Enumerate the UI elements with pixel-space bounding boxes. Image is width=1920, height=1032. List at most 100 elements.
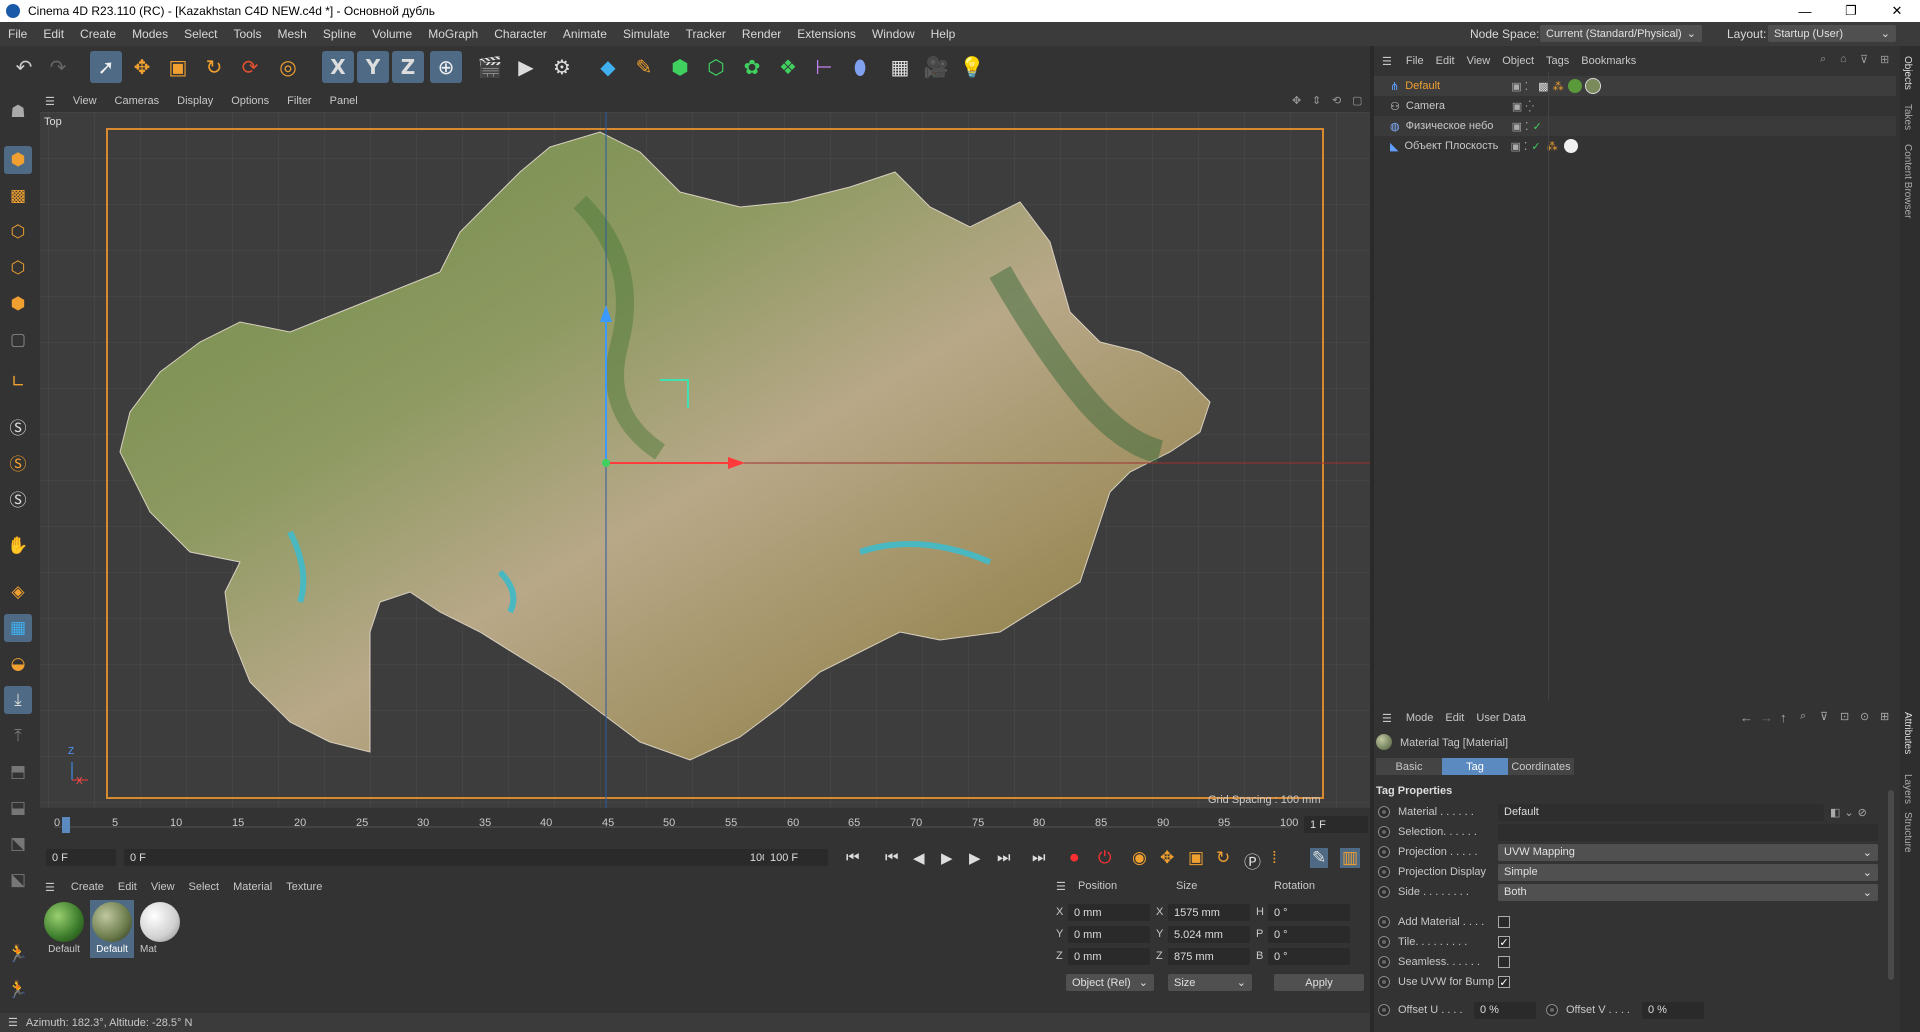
play-icon[interactable]: ▶ <box>941 849 953 867</box>
select-object-icon[interactable]: ◎ <box>272 51 304 83</box>
visibility-toggle-icon[interactable]: ▣ ⁚ <box>1510 140 1527 153</box>
am-menu-edit[interactable]: Edit <box>1439 712 1470 724</box>
rotate-icon[interactable]: ↻ <box>198 51 230 83</box>
previous-frame-icon[interactable]: ◀ <box>913 849 925 867</box>
z-axis-lock-icon[interactable]: Z <box>392 51 424 83</box>
rotation-key-icon[interactable]: ↻ <box>1216 848 1230 868</box>
back-arrow-icon[interactable]: ← <box>1740 710 1753 725</box>
home-icon[interactable]: ⌂ <box>1840 53 1847 65</box>
hamburger-icon[interactable]: ☰ <box>0 1016 26 1029</box>
rotation-p-field[interactable]: 0 ° <box>1268 926 1350 943</box>
search-icon[interactable]: ⌕ <box>1820 53 1826 66</box>
render-picture-viewer-icon[interactable]: ▶ <box>510 51 542 83</box>
material-tag-icon[interactable] <box>1563 139 1578 153</box>
viewport-menu-options[interactable]: Options <box>222 95 278 107</box>
node-space-dropdown[interactable]: Current (Standard/Physical) ⌄ <box>1540 25 1702 42</box>
render-settings-icon[interactable]: ⚙ <box>546 51 578 83</box>
end-frame-field[interactable]: 100 F <box>764 849 828 866</box>
search-icon[interactable]: ⌕ <box>1800 710 1806 723</box>
add-material-checkbox[interactable] <box>1498 916 1510 928</box>
live-selection-icon[interactable]: ➚ <box>90 51 122 83</box>
record-icon[interactable]: ⏺ <box>1070 848 1079 868</box>
position-x-field[interactable]: 0 mm <box>1068 904 1150 921</box>
mat-menu-edit[interactable]: Edit <box>111 881 144 893</box>
mat-menu-view[interactable]: View <box>144 881 182 893</box>
size-mode-dropdown[interactable]: Size ⌄ <box>1168 974 1252 991</box>
menu-render[interactable]: Render <box>734 27 789 41</box>
projection-display-dropdown[interactable]: Simple ⌄ <box>1498 863 1878 881</box>
om-menu-view[interactable]: View <box>1461 55 1497 67</box>
animate-radio[interactable] <box>1378 826 1390 838</box>
tweak-icon[interactable]: ✋ <box>4 532 32 560</box>
projection-dropdown[interactable]: UVW Mapping ⌄ <box>1498 843 1878 861</box>
tile-checkbox[interactable]: ✓ <box>1498 936 1510 949</box>
texture-mode-icon[interactable]: ▩ <box>4 182 32 210</box>
rotate-view-icon[interactable]: ⟲ <box>1332 94 1341 107</box>
grid-workplane-icon[interactable]: ▦ <box>4 614 32 642</box>
workplane-icon[interactable]: ◈ <box>4 578 32 606</box>
spline-generator-icon[interactable]: ⊢ <box>808 51 840 83</box>
axis-mode-icon[interactable]: ∟ <box>4 368 32 396</box>
animate-radio[interactable] <box>1378 1004 1390 1016</box>
om-menu-file[interactable]: File <box>1400 55 1430 67</box>
animate-radio[interactable] <box>1378 936 1390 948</box>
floor-icon[interactable]: ▦ <box>884 51 916 83</box>
object-row-default[interactable]: ⋔ Default ▣ ⁚ ▩ ⁂ <box>1374 76 1896 96</box>
use-uvw-bump-checkbox[interactable]: ✓ <box>1498 976 1510 989</box>
new-window-icon[interactable]: ⊞ <box>1880 710 1889 723</box>
pen-spline-icon[interactable]: ✎ <box>628 51 660 83</box>
material-browse-icon[interactable]: ◧ <box>1830 806 1840 819</box>
light-icon[interactable]: 💡 <box>956 51 988 83</box>
om-menu-edit[interactable]: Edit <box>1430 55 1461 67</box>
viewport-menu-panel[interactable]: Panel <box>321 95 367 107</box>
menu-select[interactable]: Select <box>176 27 225 41</box>
side-tab-objects[interactable]: Objects <box>1902 56 1913 90</box>
mat-menu-select[interactable]: Select <box>182 881 227 893</box>
animate-radio[interactable] <box>1378 956 1390 968</box>
motion-icon[interactable]: 🏃 <box>4 976 32 1004</box>
keyframe-selection-icon[interactable]: ◉ <box>1132 848 1147 868</box>
workplane-y-icon[interactable]: ⬓ <box>4 794 32 822</box>
undo-icon[interactable]: ↶ <box>8 51 40 83</box>
animate-radio[interactable] <box>1378 806 1390 818</box>
menu-spline[interactable]: Spline <box>315 27 364 41</box>
cube-icon[interactable]: ◆ <box>592 51 624 83</box>
side-tab-takes[interactable]: Takes <box>1902 104 1913 130</box>
parameter-key-icon[interactable]: Ⓟ <box>1244 848 1261 873</box>
mograph-effector-icon[interactable]: ❖ <box>772 51 804 83</box>
y-axis-lock-icon[interactable]: Y <box>357 51 389 83</box>
scheme-icon[interactable]: ✎ <box>1310 848 1329 868</box>
camera-icon[interactable]: 🎥 <box>920 51 952 83</box>
size-x-field[interactable]: 1575 mm <box>1168 904 1250 921</box>
viewport-menu-view[interactable]: View <box>64 95 106 107</box>
menu-create[interactable]: Create <box>72 27 124 41</box>
position-key-icon[interactable]: ✥ <box>1160 848 1174 868</box>
previous-key-icon[interactable]: ⏮ <box>885 849 899 866</box>
size-z-field[interactable]: 875 mm <box>1168 948 1250 965</box>
menu-tools[interactable]: Tools <box>225 27 269 41</box>
timeline-ruler[interactable]: 0 5 10 15 20 25 30 35 40 45 50 55 60 65 … <box>40 815 1372 835</box>
selection-field[interactable] <box>1498 823 1878 841</box>
mat-menu-create[interactable]: Create <box>64 881 111 893</box>
maximize-button[interactable]: ❐ <box>1828 0 1874 22</box>
hamburger-icon[interactable]: ☰ <box>1374 55 1400 68</box>
menu-volume[interactable]: Volume <box>364 27 420 41</box>
size-y-field[interactable]: 5.024 mm <box>1168 926 1250 943</box>
hamburger-icon[interactable]: ☰ <box>36 881 64 894</box>
tab-tag[interactable]: Tag <box>1442 758 1508 775</box>
menu-character[interactable]: Character <box>486 27 555 41</box>
hamburger-icon[interactable]: ☰ <box>1056 880 1066 893</box>
am-menu-mode[interactable]: Mode <box>1400 712 1440 724</box>
cloner-icon[interactable]: ✿ <box>736 51 768 83</box>
animate-radio[interactable] <box>1378 916 1390 928</box>
workplane-z-icon[interactable]: ⬔ <box>4 830 32 858</box>
gizmo-center[interactable] <box>602 459 610 467</box>
viewport-menu-cameras[interactable]: Cameras <box>106 95 169 107</box>
tab-coordinates[interactable]: Coordinates <box>1508 758 1574 775</box>
viewport-menu-display[interactable]: Display <box>168 95 222 107</box>
animate-radio[interactable] <box>1378 886 1390 898</box>
playhead-marker[interactable] <box>62 817 70 833</box>
material-dropdown-icon[interactable]: ⌄ <box>1844 806 1853 819</box>
offset-v-field[interactable]: 0 % <box>1642 1001 1704 1019</box>
visibility-toggle-icon[interactable]: ▣ ⁚ <box>1512 120 1529 133</box>
